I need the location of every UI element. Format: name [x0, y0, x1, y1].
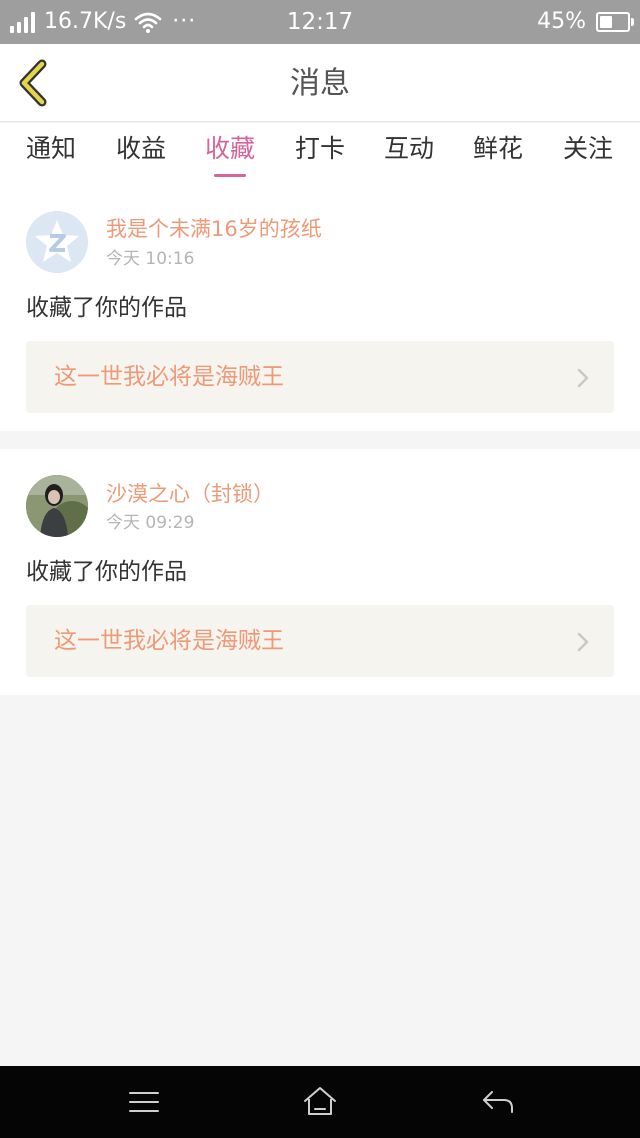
tab-checkin[interactable]: 打卡 — [280, 123, 360, 183]
menu-icon — [129, 1092, 159, 1112]
user-photo-avatar[interactable] — [26, 475, 88, 537]
tab-flowers[interactable]: 鲜花 — [458, 123, 538, 183]
chevron-right-icon — [577, 632, 589, 652]
work-title: 这一世我必将是海贼王 — [54, 364, 284, 390]
tab-label: 关注 — [562, 134, 613, 163]
work-link[interactable]: 这一世我必将是海贼王 — [26, 341, 614, 413]
system-nav-bar — [0, 1066, 640, 1138]
message-time: 今天 09:29 — [106, 513, 195, 533]
work-link[interactable]: 这一世我必将是海贼王 — [26, 605, 614, 677]
status-right: 45% — [537, 8, 634, 36]
username[interactable]: 沙漠之心（封锁） — [106, 480, 274, 508]
battery-icon — [596, 12, 634, 32]
page-title: 消息 — [290, 66, 350, 101]
header: 消息 — [0, 44, 640, 122]
message-card: 我是个未满16岁的孩纸 今天 10:16 收藏了你的作品 这一世我必将是海贼王 — [0, 183, 640, 431]
tab-label: 通知 — [25, 134, 76, 163]
chevron-right-icon — [577, 368, 589, 388]
tab-label: 互动 — [383, 134, 434, 163]
work-title: 这一世我必将是海贼王 — [54, 628, 284, 654]
tab-notifications[interactable]: 通知 — [11, 123, 91, 183]
active-tab-indicator — [214, 174, 246, 177]
back-nav-button[interactable] — [474, 1082, 522, 1122]
tab-label: 收藏 — [204, 134, 255, 163]
tab-label: 收益 — [115, 134, 166, 163]
tab-label: 鲜花 — [472, 134, 523, 163]
message-time: 今天 10:16 — [106, 249, 195, 269]
battery-fill — [600, 16, 612, 28]
home-button[interactable] — [296, 1082, 344, 1122]
tab-favorites[interactable]: 收藏 — [190, 123, 270, 183]
avatar-photo — [26, 475, 88, 537]
tab-interactions[interactable]: 互动 — [369, 123, 449, 183]
username[interactable]: 我是个未满16岁的孩纸 — [106, 215, 322, 243]
back-arrow-icon — [483, 1091, 513, 1113]
action-text: 收藏了你的作品 — [26, 559, 187, 585]
battery-percentage: 45% — [537, 9, 586, 34]
action-text: 收藏了你的作品 — [26, 295, 187, 321]
tab-earnings[interactable]: 收益 — [101, 123, 181, 183]
menu-button[interactable] — [120, 1082, 168, 1122]
tab-following[interactable]: 关注 — [548, 123, 628, 183]
message-card: 沙漠之心（封锁） 今天 09:29 收藏了你的作品 这一世我必将是海贼王 — [0, 449, 640, 695]
default-avatar-icon[interactable] — [26, 211, 88, 273]
status-bar: 16.7K/s ··· 12:17 45% — [0, 0, 640, 44]
avatar-logo — [26, 211, 88, 273]
page: 16.7K/s ··· 12:17 45% 消息 通知 收益 收藏 打卡 互动 … — [0, 0, 640, 1138]
tab-label: 打卡 — [294, 134, 345, 163]
tab-bar: 通知 收益 收藏 打卡 互动 鲜花 关注 — [0, 123, 640, 183]
home-icon — [304, 1087, 336, 1115]
